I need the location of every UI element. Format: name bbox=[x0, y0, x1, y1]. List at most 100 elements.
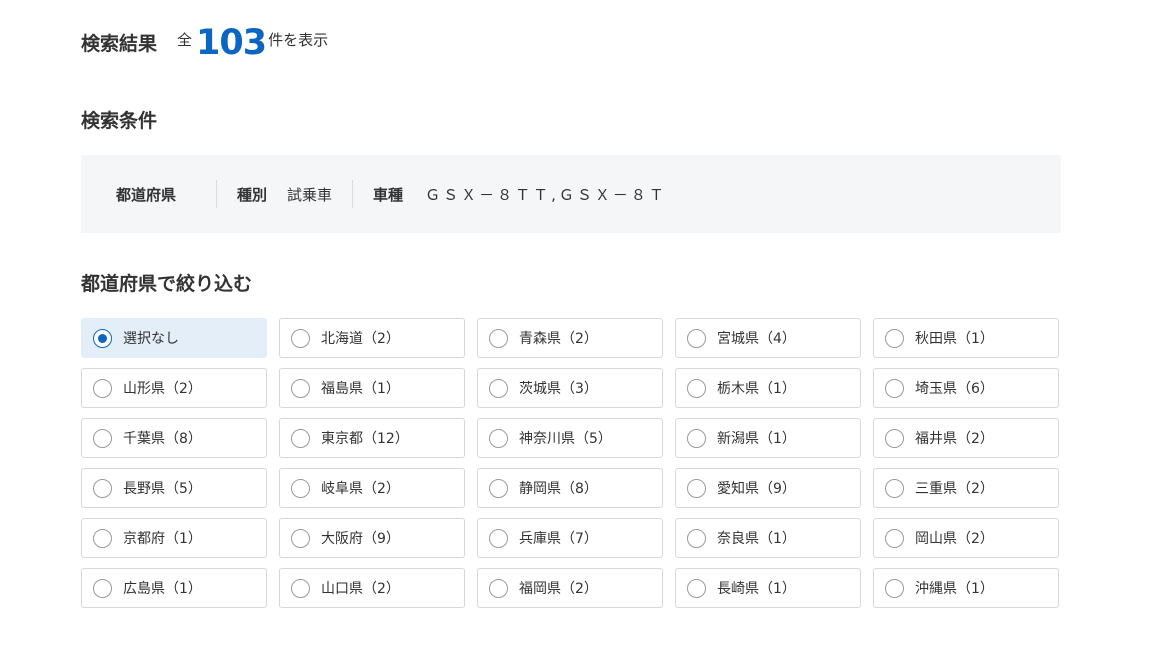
prefecture-option[interactable]: 栃木県（1） bbox=[675, 368, 861, 408]
prefecture-option-label: 山形県（2） bbox=[123, 381, 202, 397]
prefecture-option-label: 長崎県（1） bbox=[717, 581, 796, 597]
prefecture-filter-title: 都道府県で絞り込む bbox=[81, 273, 253, 295]
prefecture-option-label: 長野県（5） bbox=[123, 481, 202, 497]
prefecture-option[interactable]: 新潟県（1） bbox=[675, 418, 861, 458]
radio-unchecked-icon[interactable] bbox=[885, 428, 904, 448]
prefecture-option[interactable]: 福井県（2） bbox=[873, 418, 1059, 458]
prefecture-option[interactable]: 千葉県（8） bbox=[81, 418, 267, 458]
radio-unchecked-icon[interactable] bbox=[687, 378, 706, 398]
radio-unchecked-icon[interactable] bbox=[489, 478, 508, 498]
prefecture-option[interactable]: 長野県（5） bbox=[81, 468, 267, 508]
condition-type-label: 種別 bbox=[237, 185, 268, 204]
prefecture-option-label: 岡山県（2） bbox=[915, 531, 994, 547]
condition-model-value: ＧＳＸ－８ＴＴ,ＧＳＸ－８Ｔ bbox=[425, 185, 667, 204]
radio-unchecked-icon[interactable] bbox=[687, 328, 706, 348]
prefecture-option-label: 大阪府（9） bbox=[321, 531, 400, 547]
prefecture-option[interactable]: 岐阜県（2） bbox=[279, 468, 465, 508]
prefecture-option-label: 三重県（2） bbox=[915, 481, 994, 497]
radio-unchecked-icon[interactable] bbox=[489, 328, 508, 348]
conditions-title: 検索条件 bbox=[81, 110, 158, 132]
prefecture-option[interactable]: 三重県（2） bbox=[873, 468, 1059, 508]
prefecture-option-label: 選択なし bbox=[123, 331, 179, 347]
prefecture-option[interactable]: 静岡県（8） bbox=[477, 468, 663, 508]
result-count-prefix: 全 bbox=[177, 31, 193, 49]
prefecture-option[interactable]: 福岡県（2） bbox=[477, 568, 663, 608]
radio-unchecked-icon[interactable] bbox=[687, 528, 706, 548]
radio-unchecked-icon[interactable] bbox=[93, 428, 112, 448]
prefecture-option-label: 東京都（12） bbox=[321, 431, 409, 447]
radio-unchecked-icon[interactable] bbox=[489, 378, 508, 398]
radio-unchecked-icon[interactable] bbox=[93, 378, 112, 398]
radio-checked-icon[interactable] bbox=[93, 328, 112, 348]
radio-unchecked-icon[interactable] bbox=[291, 528, 310, 548]
prefecture-option[interactable]: 選択なし bbox=[81, 318, 267, 358]
prefecture-option-label: 広島県（1） bbox=[123, 581, 202, 597]
condition-model-label: 車種 bbox=[373, 185, 404, 204]
prefecture-option[interactable]: 埼玉県（6） bbox=[873, 368, 1059, 408]
prefecture-option-label: 埼玉県（6） bbox=[915, 381, 994, 397]
prefecture-option[interactable]: 愛知県（9） bbox=[675, 468, 861, 508]
prefecture-option[interactable]: 東京都（12） bbox=[279, 418, 465, 458]
condition-type-value: 試乗車 bbox=[287, 185, 333, 204]
condition-model: 車種 ＧＳＸ－８ＴＴ,ＧＳＸ－８Ｔ bbox=[352, 180, 687, 208]
prefecture-option-label: 北海道（2） bbox=[321, 331, 400, 347]
radio-unchecked-icon[interactable] bbox=[687, 428, 706, 448]
radio-unchecked-icon[interactable] bbox=[687, 478, 706, 498]
radio-unchecked-icon[interactable] bbox=[93, 478, 112, 498]
prefecture-option[interactable]: 北海道（2） bbox=[279, 318, 465, 358]
prefecture-option[interactable]: 福島県（1） bbox=[279, 368, 465, 408]
prefecture-option[interactable]: 大阪府（9） bbox=[279, 518, 465, 558]
prefecture-option[interactable]: 長崎県（1） bbox=[675, 568, 861, 608]
radio-unchecked-icon[interactable] bbox=[489, 428, 508, 448]
prefecture-option[interactable]: 岡山県（2） bbox=[873, 518, 1059, 558]
radio-unchecked-icon[interactable] bbox=[885, 528, 904, 548]
prefecture-option-label: 奈良県（1） bbox=[717, 531, 796, 547]
prefecture-option[interactable]: 奈良県（1） bbox=[675, 518, 861, 558]
radio-unchecked-icon[interactable] bbox=[885, 378, 904, 398]
radio-unchecked-icon[interactable] bbox=[885, 478, 904, 498]
prefecture-option[interactable]: 山形県（2） bbox=[81, 368, 267, 408]
radio-unchecked-icon[interactable] bbox=[489, 578, 508, 598]
result-count: 103 bbox=[196, 23, 267, 63]
radio-unchecked-icon[interactable] bbox=[291, 378, 310, 398]
prefecture-option-label: 神奈川県（5） bbox=[519, 431, 612, 447]
prefecture-option-label: 栃木県（1） bbox=[717, 381, 796, 397]
result-count-suffix: 件を表示 bbox=[268, 31, 329, 49]
prefecture-option[interactable]: 山口県（2） bbox=[279, 568, 465, 608]
radio-unchecked-icon[interactable] bbox=[489, 528, 508, 548]
search-results-page: 検索結果 全 103 件を表示 検索条件 都道府県 種別 試乗車 車種 ＧＳＸ－… bbox=[0, 0, 1152, 648]
condition-prefecture: 都道府県 bbox=[81, 180, 216, 208]
prefecture-option-label: 福島県（1） bbox=[321, 381, 400, 397]
prefecture-option[interactable]: 神奈川県（5） bbox=[477, 418, 663, 458]
prefecture-option[interactable]: 沖縄県（1） bbox=[873, 568, 1059, 608]
prefecture-option[interactable]: 青森県（2） bbox=[477, 318, 663, 358]
prefecture-radio-grid: 選択なし 北海道（2） 青森県（2） 宮城県（4） 秋田県（1） 山形県（2） 福島県（1）… bbox=[81, 318, 1061, 608]
prefecture-option[interactable]: 兵庫県（7） bbox=[477, 518, 663, 558]
prefecture-option-label: 秋田県（1） bbox=[915, 331, 994, 347]
prefecture-option-label: 新潟県（1） bbox=[717, 431, 796, 447]
radio-unchecked-icon[interactable] bbox=[93, 578, 112, 598]
prefecture-option[interactable]: 京都府（1） bbox=[81, 518, 267, 558]
condition-type: 種別 試乗車 bbox=[216, 180, 352, 208]
radio-unchecked-icon[interactable] bbox=[687, 578, 706, 598]
prefecture-option-label: 静岡県（8） bbox=[519, 481, 598, 497]
radio-unchecked-icon[interactable] bbox=[291, 428, 310, 448]
result-title: 検索結果 bbox=[81, 33, 158, 55]
prefecture-option-label: 山口県（2） bbox=[321, 581, 400, 597]
prefecture-option-label: 沖縄県（1） bbox=[915, 581, 994, 597]
radio-unchecked-icon[interactable] bbox=[291, 328, 310, 348]
prefecture-option[interactable]: 秋田県（1） bbox=[873, 318, 1059, 358]
radio-unchecked-icon[interactable] bbox=[291, 478, 310, 498]
radio-unchecked-icon[interactable] bbox=[291, 578, 310, 598]
prefecture-option[interactable]: 広島県（1） bbox=[81, 568, 267, 608]
prefecture-option-label: 愛知県（9） bbox=[717, 481, 796, 497]
prefecture-option-label: 岐阜県（2） bbox=[321, 481, 400, 497]
radio-unchecked-icon[interactable] bbox=[93, 528, 112, 548]
prefecture-option-label: 千葉県（8） bbox=[123, 431, 202, 447]
radio-unchecked-icon[interactable] bbox=[885, 328, 904, 348]
radio-unchecked-icon[interactable] bbox=[885, 578, 904, 598]
radio-dot-icon bbox=[98, 333, 107, 343]
result-summary: 検索結果 全 103 件を表示 bbox=[81, 22, 328, 62]
prefecture-option[interactable]: 茨城県（3） bbox=[477, 368, 663, 408]
prefecture-option[interactable]: 宮城県（4） bbox=[675, 318, 861, 358]
